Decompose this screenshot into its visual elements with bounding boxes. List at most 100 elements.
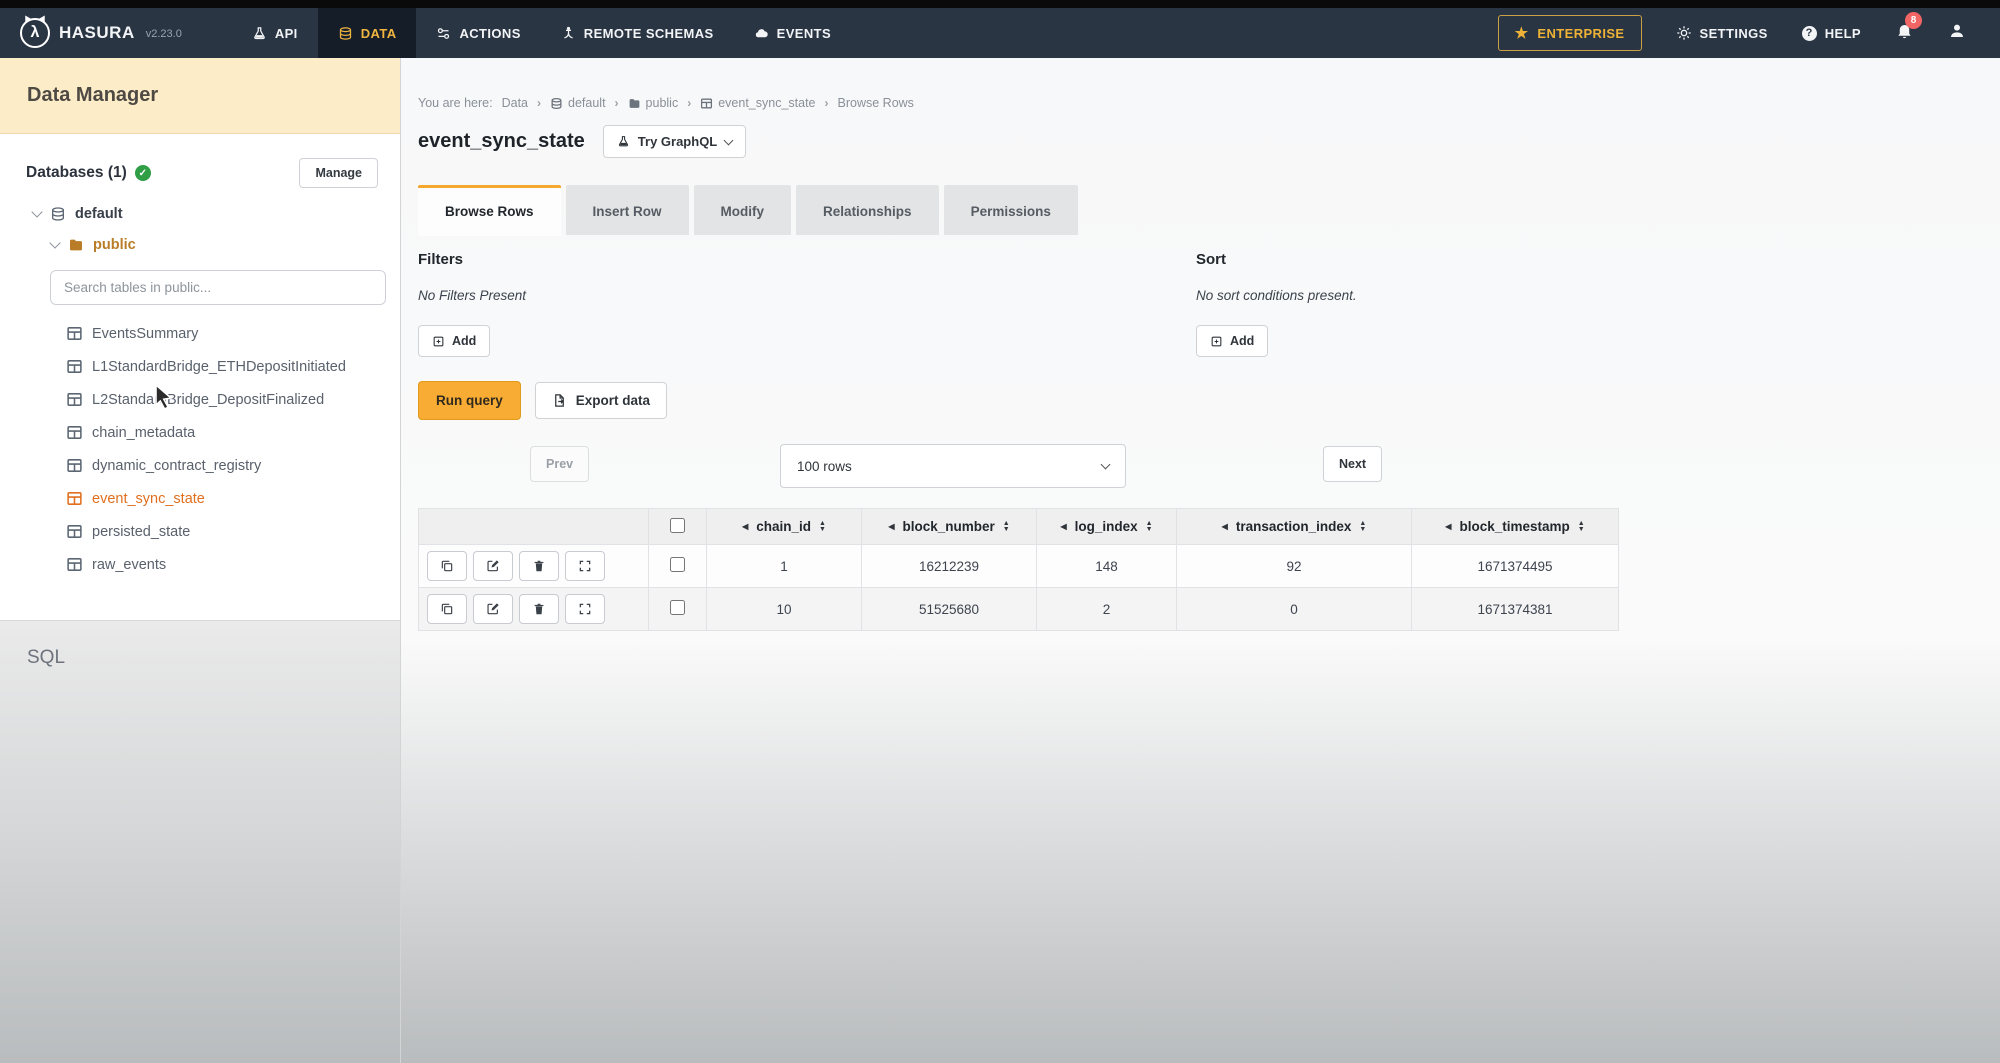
help-label: HELP [1825,26,1861,41]
collapse-column-icon[interactable]: ◀ [888,522,894,531]
expand-row-button[interactable] [565,551,605,581]
table-icon [700,97,713,110]
next-page-button[interactable]: Next [1323,446,1382,482]
table-name: chain_metadata [92,425,195,441]
sidebar-table-item[interactable]: raw_events [0,548,400,581]
sort-icon[interactable]: ▲▼ [1359,521,1366,532]
sidebar-table-item[interactable]: L1StandardBridge_ETHDepositInitiated [0,350,400,383]
table-name: L1StandardBridge_ETHDepositInitiated [92,359,346,375]
breadcrumb-data[interactable]: Data [502,96,528,110]
nav-item-remote-schemas[interactable]: REMOTE SCHEMAS [541,8,734,58]
user-menu-button[interactable] [1948,22,1966,45]
clone-row-button[interactable] [427,551,467,581]
table-name: EventsSummary [92,326,198,342]
video-letterbox-strip [0,0,2000,8]
chevron-right-icon: › [825,96,829,110]
sidebar-table-item[interactable]: L2StandardBridge_DepositFinalized [0,383,400,416]
column-name: block_number [902,519,994,534]
tab-relationships[interactable]: Relationships [796,185,939,235]
add-sort-button[interactable]: Add [1196,325,1268,357]
chevron-down-icon[interactable] [31,206,42,217]
enterprise-label: ENTERPRISE [1537,26,1624,41]
row-checkbox[interactable] [670,600,685,615]
table-name: L2StandardBridge_DepositFinalized [92,392,324,408]
brand-name: HASURA [59,23,135,43]
cell-value: 1 [707,545,862,588]
pagination: Prev 100 rows Next [418,444,1618,490]
sort-icon[interactable]: ▲▼ [819,521,826,532]
tab-modify[interactable]: Modify [694,185,792,235]
column-header[interactable]: ◀chain_id▲▼ [707,509,862,545]
database-name: default [75,206,123,222]
breadcrumb-default[interactable]: default [550,96,606,110]
folder-icon [68,237,84,253]
schema-name: public [93,237,136,253]
collapse-column-icon[interactable]: ◀ [1222,522,1228,531]
row-checkbox[interactable] [670,557,685,572]
nav-item-api[interactable]: API [232,8,318,58]
sort-section: Sort No sort conditions present. Add [1196,251,2000,357]
select-all-checkbox[interactable] [670,518,685,533]
notification-badge: 8 [1905,12,1922,29]
nav-item-data[interactable]: DATA [318,8,417,58]
tree-node-schema-public[interactable]: public [0,229,400,260]
column-header[interactable]: ◀transaction_index▲▼ [1177,509,1412,545]
notifications-button[interactable]: 8 [1895,21,1914,45]
enterprise-button[interactable]: ★ ENTERPRISE [1498,15,1642,51]
remote-schemas-icon [561,26,576,41]
collapse-column-icon[interactable]: ◀ [1060,522,1066,531]
tab-browse-rows[interactable]: Browse Rows [418,185,561,235]
delete-row-button[interactable] [519,594,559,624]
tab-insert-row[interactable]: Insert Row [566,185,689,235]
prev-page-button[interactable]: Prev [530,446,589,482]
try-graphql-button[interactable]: Try GraphQL [603,125,746,158]
export-data-button[interactable]: Export data [535,382,667,419]
table-name: event_sync_state [92,491,205,507]
sidebar-table-item[interactable]: dynamic_contract_registry [0,449,400,482]
table-header-row: ◀chain_id▲▼◀block_number▲▼◀log_index▲▼◀t… [419,509,1619,545]
edit-row-button[interactable] [473,551,513,581]
nav-item-actions[interactable]: ACTIONS [416,8,540,58]
search-tables-input[interactable] [50,270,386,305]
cell-value: 16212239 [862,545,1037,588]
sidebar-table-item[interactable]: chain_metadata [0,416,400,449]
sort-icon[interactable]: ▲▼ [1003,521,1010,532]
sort-icon[interactable]: ▲▼ [1146,521,1153,532]
sort-heading: Sort [1196,251,2000,268]
breadcrumb-table[interactable]: event_sync_state [700,96,815,110]
breadcrumb-browse-rows[interactable]: Browse Rows [838,96,914,110]
chevron-down-icon[interactable] [49,237,60,248]
breadcrumb-public[interactable]: public [628,96,679,110]
chevron-right-icon: › [537,96,541,110]
tree-node-database-default[interactable]: default [0,198,400,229]
run-query-button[interactable]: Run query [418,381,521,420]
help-button[interactable]: ? HELP [1802,26,1861,41]
settings-button[interactable]: SETTINGS [1676,25,1768,41]
delete-row-button[interactable] [519,551,559,581]
column-name: block_timestamp [1459,519,1569,534]
hasura-brand[interactable]: λ HASURA v2.23.0 [0,18,208,48]
tab-permissions[interactable]: Permissions [944,185,1078,235]
manage-button[interactable]: Manage [299,158,378,188]
nav-item-events[interactable]: EVENTS [734,8,851,58]
expand-row-button[interactable] [565,594,605,624]
collapse-column-icon[interactable]: ◀ [742,522,748,531]
column-header[interactable]: ◀ block_timestamp ▲▼ [1412,509,1619,545]
table-name: raw_events [92,557,166,573]
edit-row-button[interactable] [473,594,513,624]
rows-per-page-select[interactable]: 100 rows [780,444,1126,488]
collapse-column-icon[interactable]: ◀ [1445,522,1451,531]
sidebar-table-item[interactable]: EventsSummary [0,317,400,350]
sidebar-table-item[interactable]: event_sync_state [0,482,400,515]
nav-item-label: DATA [361,26,397,41]
nav-item-label: API [275,26,298,41]
sql-section[interactable]: SQL [0,620,400,1063]
nav-item-label: EVENTS [777,26,831,41]
database-icon [50,206,66,222]
sort-icon[interactable]: ▲▼ [1578,521,1585,532]
clone-row-button[interactable] [427,594,467,624]
add-filter-button[interactable]: Add [418,325,490,357]
column-header[interactable]: ◀log_index▲▼ [1037,509,1177,545]
column-header[interactable]: ◀ block_number ▲▼ [862,509,1037,545]
sidebar-table-item[interactable]: persisted_state [0,515,400,548]
